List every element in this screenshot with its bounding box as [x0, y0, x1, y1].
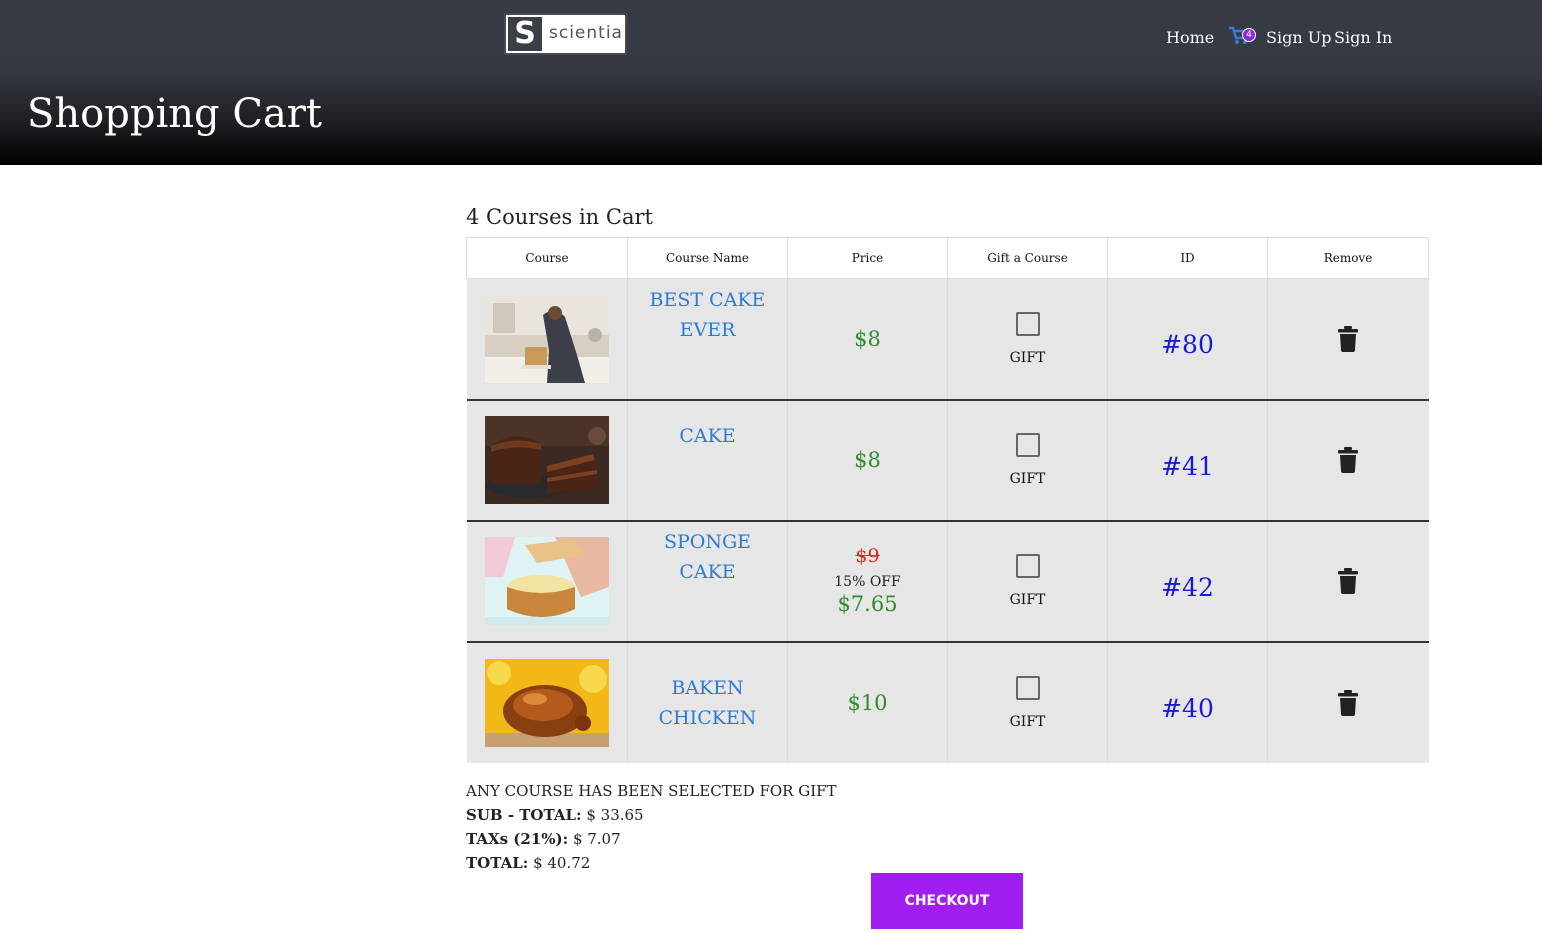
tax-line: TAXs (21%): $ 7.07 [466, 827, 837, 851]
remove-cell [1267, 278, 1429, 400]
gift-label: GIFT [1009, 713, 1046, 730]
total-label: TOTAL: [466, 854, 529, 872]
gift-cell: GIFT [947, 278, 1108, 400]
price-cell: $9 15% OFF $7.65 [787, 519, 948, 642]
course-thumbnail-sponge-cake[interactable] [484, 537, 609, 625]
course-thumbnail-cell [466, 398, 628, 521]
gift-checkbox[interactable] [1015, 433, 1040, 457]
column-header-course: Course [466, 237, 628, 279]
course-price: $7.65 [837, 592, 898, 616]
page-title: Shopping Cart [27, 91, 322, 137]
column-header-gift: Gift a Course [947, 237, 1108, 279]
id-cell: #42 [1107, 519, 1268, 642]
column-header-id: ID [1107, 237, 1268, 279]
course-thumbnail-cell [466, 519, 628, 642]
course-thumbnail-cell [466, 640, 628, 763]
total-line: TOTAL: $ 40.72 [466, 851, 837, 875]
cart-row: BEST CAKE EVER $8 GIFT #80 [466, 278, 1429, 400]
id-cell: #80 [1107, 278, 1268, 400]
discount-badge: 15% OFF [834, 574, 901, 590]
gift-checkbox[interactable] [1015, 675, 1040, 700]
cart-heading: 4 Courses in Cart [466, 205, 653, 229]
logo-mark: S [508, 17, 542, 51]
cart-count-badge: 4 [1242, 28, 1256, 42]
tax-value: $ 7.07 [572, 830, 621, 848]
course-name-cell: SPONGE CAKE [627, 519, 788, 642]
column-header-price: Price [787, 237, 948, 279]
course-price: $8 [854, 326, 881, 351]
course-price: $8 [854, 448, 881, 472]
column-header-remove: Remove [1267, 237, 1429, 279]
id-cell: #40 [1107, 640, 1268, 763]
cart-row: SPONGE CAKE $9 15% OFF $7.65 GIFT #42 [466, 519, 1429, 642]
trash-icon[interactable] [1338, 689, 1359, 716]
subtotal-label: SUB - TOTAL: [466, 806, 582, 824]
cart-row: BAKEN CHICKEN $10 GIFT #40 [466, 640, 1429, 763]
price-cell: $8 [787, 278, 948, 400]
gift-label: GIFT [1009, 592, 1046, 608]
course-name-cell: CAKE [627, 398, 788, 521]
nav-sign-up-link[interactable]: Sign Up [1266, 28, 1331, 47]
remove-cell [1267, 519, 1429, 642]
logo-text: scientia [549, 23, 623, 43]
total-value: $ 40.72 [533, 854, 591, 872]
order-summary: ANY COURSE HAS BEEN SELECTED FOR GIFT SU… [466, 779, 837, 875]
gift-cell: GIFT [947, 519, 1108, 642]
cart-table: Course Course Name Price Gift a Course I… [466, 237, 1429, 763]
course-id: #42 [1161, 572, 1214, 602]
gift-label: GIFT [1009, 349, 1046, 366]
course-id: #41 [1161, 451, 1214, 481]
course-id: #40 [1161, 694, 1214, 723]
tax-label: TAXs (21%): [466, 830, 569, 848]
course-name-cell: BEST CAKE EVER [627, 278, 788, 400]
gift-note: ANY COURSE HAS BEEN SELECTED FOR GIFT [466, 782, 837, 800]
nav-sign-in-link[interactable]: Sign In [1334, 28, 1392, 47]
price-cell: $8 [787, 398, 948, 521]
trash-icon[interactable] [1338, 447, 1359, 473]
course-name-link[interactable]: BAKEN CHICKEN [638, 673, 778, 733]
remove-cell [1267, 640, 1429, 763]
course-thumbnail-cell [466, 278, 628, 400]
subtotal-line: SUB - TOTAL: $ 33.65 [466, 803, 837, 827]
gift-checkbox[interactable] [1015, 311, 1040, 336]
course-name-link[interactable]: SPONGE CAKE [638, 527, 778, 587]
course-thumbnail-roast-chicken[interactable] [484, 658, 609, 747]
site-logo[interactable]: S scientia [504, 13, 627, 55]
cart-table-header: Course Course Name Price Gift a Course I… [466, 237, 1429, 279]
price-cell: $10 [787, 640, 948, 763]
trash-icon[interactable] [1338, 568, 1359, 594]
course-name-link[interactable]: CAKE [638, 421, 778, 451]
site-header: S scientia Home 4 Sign Up Sign In Shoppi… [0, 0, 1542, 165]
gift-label: GIFT [1009, 471, 1046, 487]
column-header-course-name: Course Name [627, 237, 788, 279]
checkout-button[interactable]: CHECKOUT [871, 873, 1023, 929]
cart-row: CAKE $8 GIFT #41 [466, 398, 1429, 521]
remove-cell [1267, 398, 1429, 521]
course-thumbnail-baker-decorating-cake[interactable] [484, 294, 609, 383]
original-price: $9 [855, 545, 880, 567]
course-thumbnail-chocolate-cake-slice[interactable] [484, 416, 609, 504]
trash-icon[interactable] [1338, 325, 1359, 352]
course-name-link[interactable]: BEST CAKE EVER [638, 285, 778, 345]
course-name-cell: BAKEN CHICKEN [627, 640, 788, 763]
id-cell: #41 [1107, 398, 1268, 521]
course-id: #80 [1161, 330, 1214, 360]
subtotal-value: $ 33.65 [586, 806, 644, 824]
course-price: $10 [847, 690, 888, 715]
gift-checkbox[interactable] [1015, 554, 1040, 578]
gift-cell: GIFT [947, 640, 1108, 763]
nav-home-link[interactable]: Home [1166, 28, 1214, 47]
gift-cell: GIFT [947, 398, 1108, 521]
